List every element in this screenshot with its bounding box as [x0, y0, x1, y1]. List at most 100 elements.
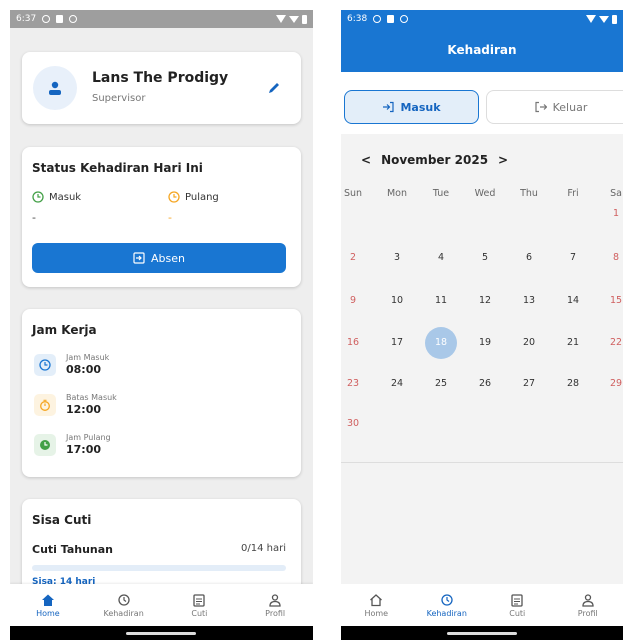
work-hours-title: Jam Kerja	[32, 323, 97, 337]
nav-home[interactable]: Home	[341, 584, 412, 626]
nav-kehadiran[interactable]: Kehadiran	[86, 584, 162, 626]
calendar-day[interactable]: 17	[382, 335, 412, 351]
person-icon	[269, 593, 281, 607]
calendar-day[interactable]: 2	[341, 250, 368, 266]
nav-profil[interactable]: Profil	[237, 584, 313, 626]
person-icon	[582, 593, 594, 607]
work-hour-label: Jam Pulang	[66, 433, 111, 442]
calendar-day[interactable]: 25	[426, 376, 456, 392]
nav-profil[interactable]: Profil	[553, 584, 623, 626]
leave-title: Sisa Cuti	[32, 513, 92, 527]
calendar-day[interactable]: 21	[558, 335, 588, 351]
calendar-day[interactable]: 14	[558, 293, 588, 309]
nav-cuti[interactable]: Cuti	[482, 584, 553, 626]
weekday-label: Mon	[386, 188, 408, 199]
calendar-day[interactable]: 13	[514, 293, 544, 309]
calendar-day[interactable]: 15	[601, 293, 623, 309]
absen-button[interactable]: Absen	[32, 243, 286, 273]
app-bar: Kehadiran	[341, 28, 623, 72]
status-time: 6:38	[347, 14, 368, 24]
divider	[341, 462, 623, 463]
clock-filled-icon	[34, 433, 56, 456]
calendar-day[interactable]: 16	[341, 335, 368, 351]
calendar-note-icon	[511, 593, 523, 607]
profile-card: Lans The Prodigy Supervisor	[22, 52, 301, 124]
logout-icon	[535, 101, 547, 113]
work-hour-value: 17:00	[66, 443, 102, 456]
calendar-day[interactable]: 18	[426, 335, 456, 351]
calendar-panel	[341, 134, 623, 584]
leave-row: Cuti Tahunan 0/14 hari	[32, 543, 286, 556]
home-outline-icon	[370, 593, 383, 606]
system-nav-bar	[10, 626, 313, 640]
calendar-note-icon	[193, 593, 206, 607]
edit-profile-button[interactable]	[267, 80, 281, 99]
calendar-day[interactable]: 10	[382, 293, 412, 309]
tab-masuk-label: Masuk	[400, 100, 441, 114]
calendar-day[interactable]: 5	[470, 250, 500, 266]
in-label: Masuk	[49, 191, 82, 203]
attendance-title: Status Kehadiran Hari Ini	[32, 161, 203, 175]
signal-icon	[289, 15, 299, 23]
work-hour-row: Jam Masuk 08:00	[34, 353, 109, 376]
profile-role: Supervisor	[92, 93, 146, 104]
nav-label: Home	[36, 608, 60, 618]
status-app-icon	[400, 15, 409, 23]
nav-home[interactable]: Home	[10, 584, 86, 626]
out-value: -	[168, 211, 172, 224]
nav-cuti[interactable]: Cuti	[162, 584, 238, 626]
pencil-icon	[269, 83, 279, 93]
prev-month-button[interactable]: <	[361, 153, 371, 167]
tab-keluar[interactable]: Keluar	[486, 90, 623, 124]
calendar-day[interactable]: 20	[514, 335, 544, 351]
calendar-day[interactable]: 4	[426, 250, 456, 266]
home-gesture-bar[interactable]	[447, 632, 517, 635]
status-sim-icon	[387, 15, 395, 23]
clock-icon	[32, 191, 44, 203]
calendar-day[interactable]: 1	[601, 206, 623, 222]
nav-label: Profil	[577, 608, 598, 618]
home-icon	[41, 594, 54, 606]
calendar-day[interactable]: 8	[601, 250, 623, 266]
calendar-day[interactable]: 28	[558, 376, 588, 392]
status-bar: 6:38	[341, 10, 623, 28]
tab-keluar-label: Keluar	[552, 100, 588, 114]
calendar-day[interactable]: 12	[470, 293, 500, 309]
tab-masuk[interactable]: Masuk	[344, 90, 479, 124]
calendar-day[interactable]: 27	[514, 376, 544, 392]
status-app-icon	[69, 15, 78, 23]
login-icon	[383, 101, 395, 113]
calendar-day[interactable]: 26	[470, 376, 500, 392]
status-bar: 6:37	[10, 10, 313, 28]
calendar-day[interactable]: 23	[341, 376, 368, 392]
calendar-day[interactable]: 19	[470, 335, 500, 351]
leave-type: Cuti Tahunan	[32, 543, 114, 556]
signal-icon	[599, 15, 609, 23]
work-hour-value: 08:00	[66, 363, 102, 376]
leave-progress-bar	[32, 565, 286, 571]
calendar-day[interactable]: 22	[601, 335, 623, 351]
clock-icon	[168, 191, 180, 203]
calendar-day[interactable]: 30	[341, 416, 368, 432]
work-hour-row: Jam Pulang 17:00	[34, 433, 111, 456]
nav-kehadiran[interactable]: Kehadiran	[412, 584, 483, 626]
wifi-icon	[586, 15, 596, 23]
history-icon	[441, 593, 453, 606]
calendar-day[interactable]: 7	[558, 250, 588, 266]
calendar-day[interactable]: 3	[382, 250, 412, 266]
attendance-screen: 6:38 Kehadiran Masuk Keluar < November 2…	[341, 10, 623, 640]
page-title: Kehadiran	[447, 43, 517, 57]
wifi-icon	[276, 15, 286, 23]
next-month-button[interactable]: >	[498, 153, 508, 167]
calendar-day[interactable]: 29	[601, 376, 623, 392]
home-screen: 6:37 Lans The Prodigy Supervisor Status …	[10, 10, 313, 640]
attendance-status-card: Status Kehadiran Hari Ini Masuk Pulang -…	[22, 147, 301, 287]
home-gesture-bar[interactable]	[126, 632, 196, 635]
calendar-day[interactable]: 9	[341, 293, 368, 309]
weekday-label: Fri	[567, 188, 579, 199]
calendar-day[interactable]: 6	[514, 250, 544, 266]
out-status: Pulang	[168, 191, 219, 203]
calendar-day[interactable]: 11	[426, 293, 456, 309]
calendar-day[interactable]: 24	[382, 376, 412, 392]
nav-label: Cuti	[509, 608, 526, 618]
